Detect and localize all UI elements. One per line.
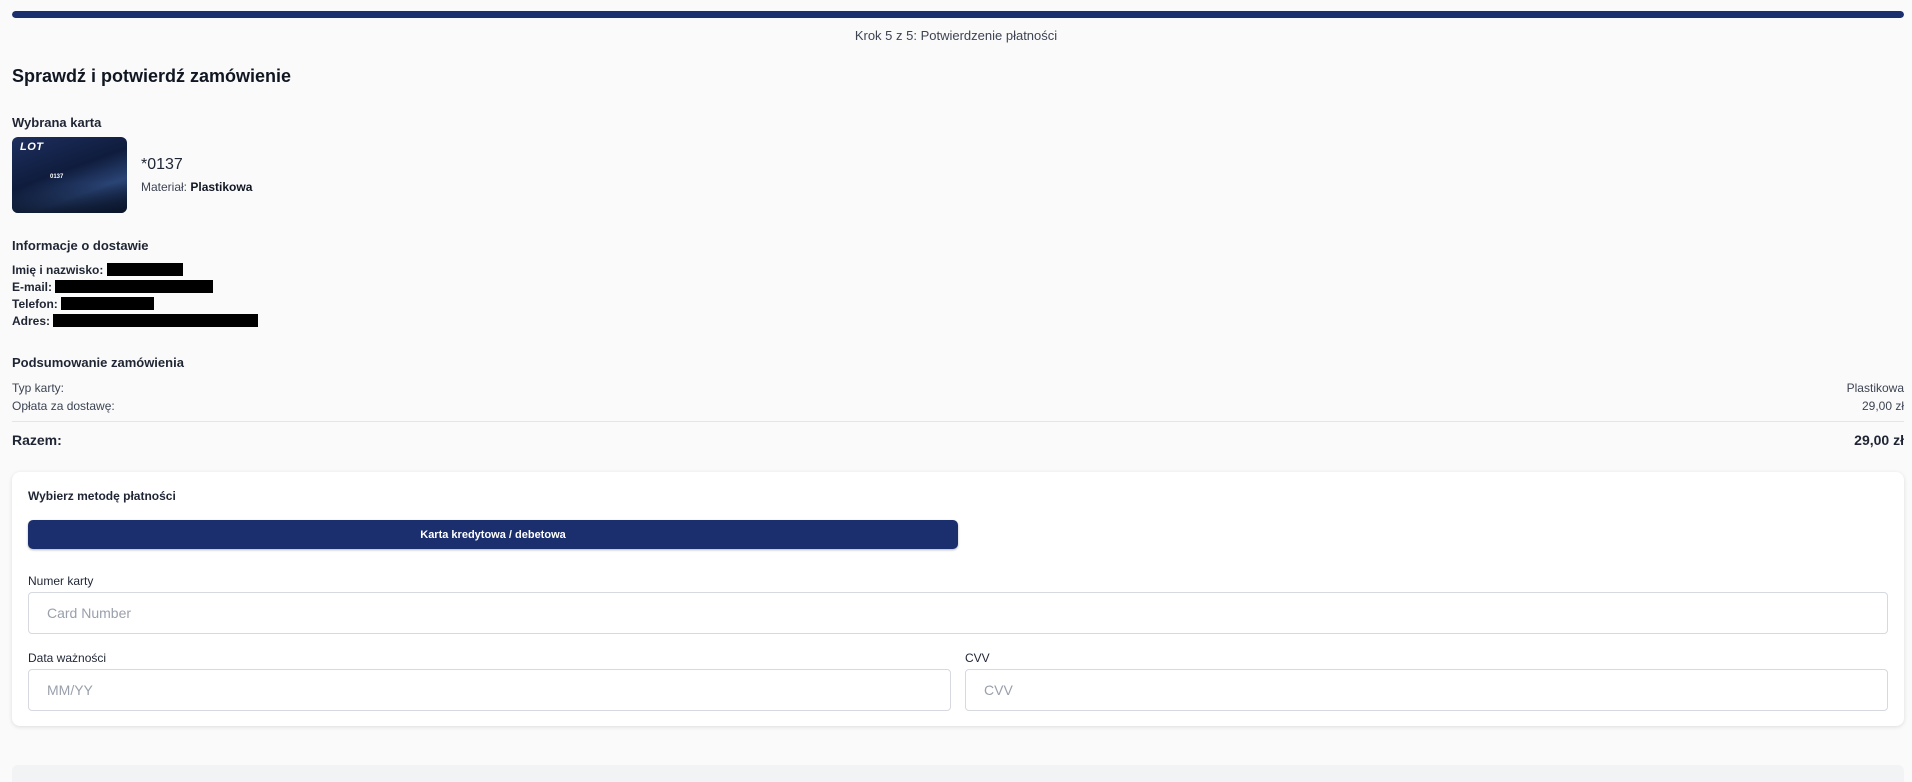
card-material-label: Materiał: xyxy=(141,180,188,194)
card-material: Materiał: Plastikowa xyxy=(141,180,252,194)
delivery-email: E-mail: xyxy=(12,280,214,294)
card-image-digits: 0137 xyxy=(50,174,64,180)
delivery-phone-label: Telefon: xyxy=(12,297,58,311)
total-value: 29,00 zł xyxy=(1854,432,1904,448)
delivery-address-label: Adres: xyxy=(12,314,51,328)
redacted-phone xyxy=(61,297,155,310)
redacted-email xyxy=(55,280,214,293)
delivery-name-label: Imię i nazwisko: xyxy=(12,263,104,277)
payment-method-panel: Wybierz metodę płatności Karta kredytowa… xyxy=(12,472,1904,726)
summary-row-value: 29,00 zł xyxy=(1861,399,1904,413)
step-indicator: Krok 5 z 5: Potwierdzenie płatności xyxy=(854,28,1058,43)
card-image-landscape xyxy=(12,183,127,213)
delivery-name: Imię i nazwisko: xyxy=(12,263,183,277)
redacted-address xyxy=(53,314,259,327)
expiry-label: Data ważności xyxy=(28,651,107,665)
delivery-heading: Informacje o dostawie xyxy=(12,238,149,253)
progress-bar xyxy=(12,11,1904,18)
payment-method-heading: Wybierz metodę płatności xyxy=(28,489,176,503)
cvv-input[interactable] xyxy=(965,669,1888,711)
summary-total: Razem: 29,00 zł xyxy=(12,432,1904,448)
card-number-label: Numer karty xyxy=(28,574,94,588)
delivery-email-label: E-mail: xyxy=(12,280,53,294)
page-title: Sprawdź i potwierdź zamówienie xyxy=(12,66,292,86)
redacted-name xyxy=(106,263,183,276)
card-number-masked: *0137 xyxy=(141,156,183,173)
summary-row-card-type: Typ karty: Plastikowa xyxy=(12,381,1904,395)
total-label: Razem: xyxy=(12,432,62,448)
cvv-label: CVV xyxy=(965,651,990,665)
summary-row-value: Plastikowa xyxy=(1846,381,1904,395)
card-image: LOT 0137 xyxy=(12,137,127,213)
card-number-input[interactable] xyxy=(28,592,1888,634)
credit-card-method-button[interactable]: Karta kredytowa / debetowa xyxy=(28,520,958,549)
progress-bar-fill xyxy=(12,11,1904,18)
delivery-address: Adres: xyxy=(12,314,259,328)
summary-row-label: Typ karty: xyxy=(12,381,65,395)
summary-row-label: Opłata za dostawę: xyxy=(12,399,115,413)
card-logo: LOT xyxy=(20,141,44,153)
summary-row-delivery-fee: Opłata za dostawę: 29,00 zł xyxy=(12,399,1904,413)
summary-divider xyxy=(12,421,1904,422)
delivery-phone: Telefon: xyxy=(12,297,155,311)
expiry-input[interactable] xyxy=(28,669,951,711)
summary-heading: Podsumowanie zamówienia xyxy=(12,355,184,370)
selected-card-heading: Wybrana karta xyxy=(12,115,102,130)
submit-button-area[interactable] xyxy=(12,765,1904,782)
card-material-value: Plastikowa xyxy=(190,180,253,194)
